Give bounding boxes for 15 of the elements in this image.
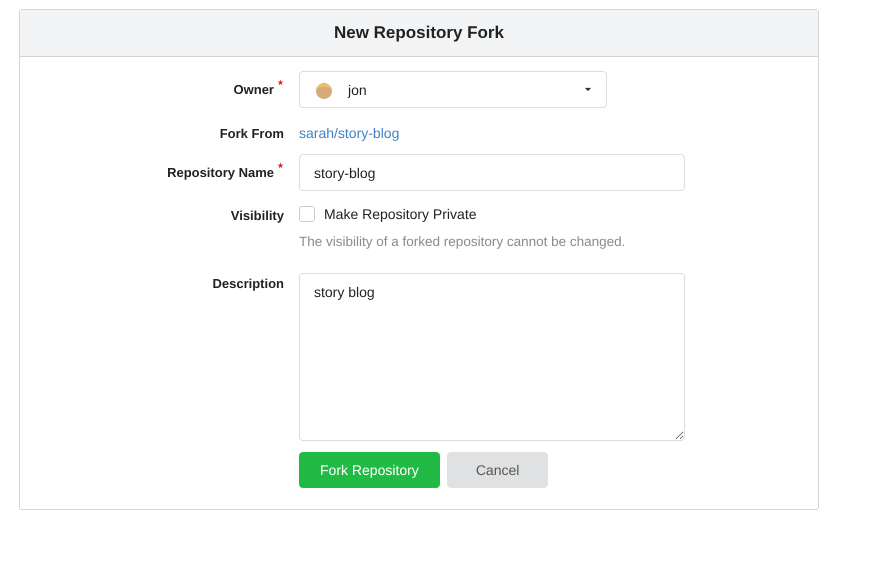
form-title: New Repository Fork (334, 23, 504, 43)
caret-icon (584, 87, 592, 92)
checkbox-label[interactable]: Make Repository Private (324, 206, 477, 222)
field-label: Visibility (230, 208, 284, 223)
owner-dropdown[interactable]: jon (299, 71, 607, 108)
repository-name-field[interactable]: story-blog (299, 154, 685, 191)
field-label: Owner (234, 82, 274, 97)
source-repo-link[interactable]: sarah/story-blog (299, 125, 400, 141)
field-label: Fork From (220, 126, 284, 140)
field-label: Description (212, 276, 284, 291)
private-checkbox[interactable] (299, 206, 315, 222)
cancel-button[interactable]: Cancel (446, 452, 548, 488)
description-field[interactable]: story blog (299, 273, 685, 441)
help-text: The visibility of a forked repository cannot be changed. (299, 234, 626, 249)
field-label: Repository Name (167, 165, 274, 180)
